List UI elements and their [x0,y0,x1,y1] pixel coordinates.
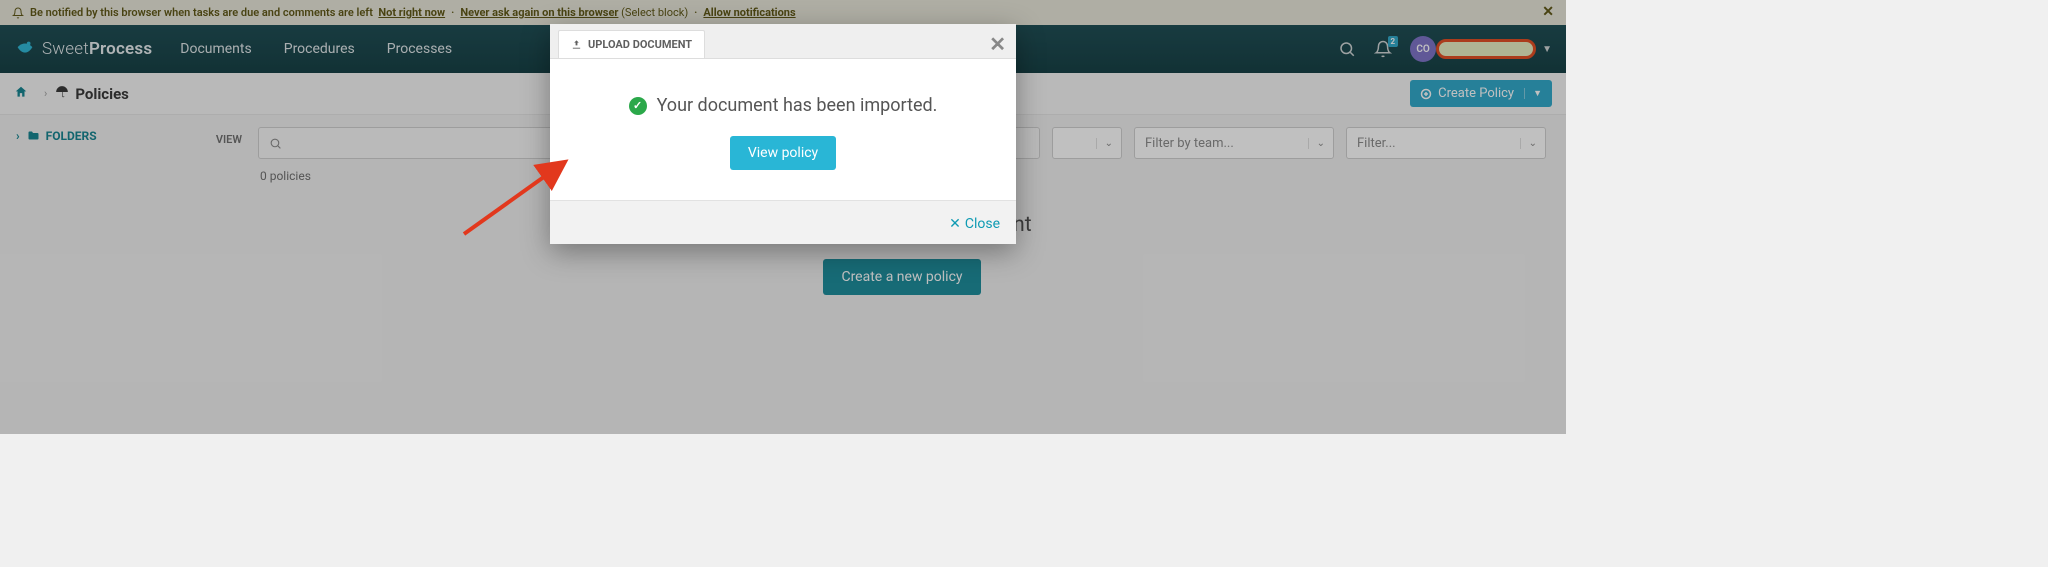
upload-tab-label: UPLOAD DOCUMENT [588,38,692,51]
upload-document-tab[interactable]: UPLOAD DOCUMENT [558,30,705,58]
view-policy-button[interactable]: View policy [730,136,836,170]
modal-tab-bar: UPLOAD DOCUMENT ✕ [550,24,1016,59]
close-label: Close [965,216,1000,232]
close-modal-link[interactable]: ✕ Close [949,216,1000,232]
modal-overlay: UPLOAD DOCUMENT ✕ ✓ Your document has be… [0,0,1566,434]
status-text: Your document has been imported. [657,95,938,116]
upload-icon [571,39,582,50]
check-circle-icon: ✓ [629,97,647,115]
modal-body: ✓ Your document has been imported. View … [550,59,1016,200]
upload-document-modal: UPLOAD DOCUMENT ✕ ✓ Your document has be… [550,24,1016,244]
close-icon[interactable]: ✕ [989,32,1006,56]
x-icon: ✕ [949,216,961,232]
modal-footer: ✕ Close [550,200,1016,244]
import-status: ✓ Your document has been imported. [570,95,996,116]
